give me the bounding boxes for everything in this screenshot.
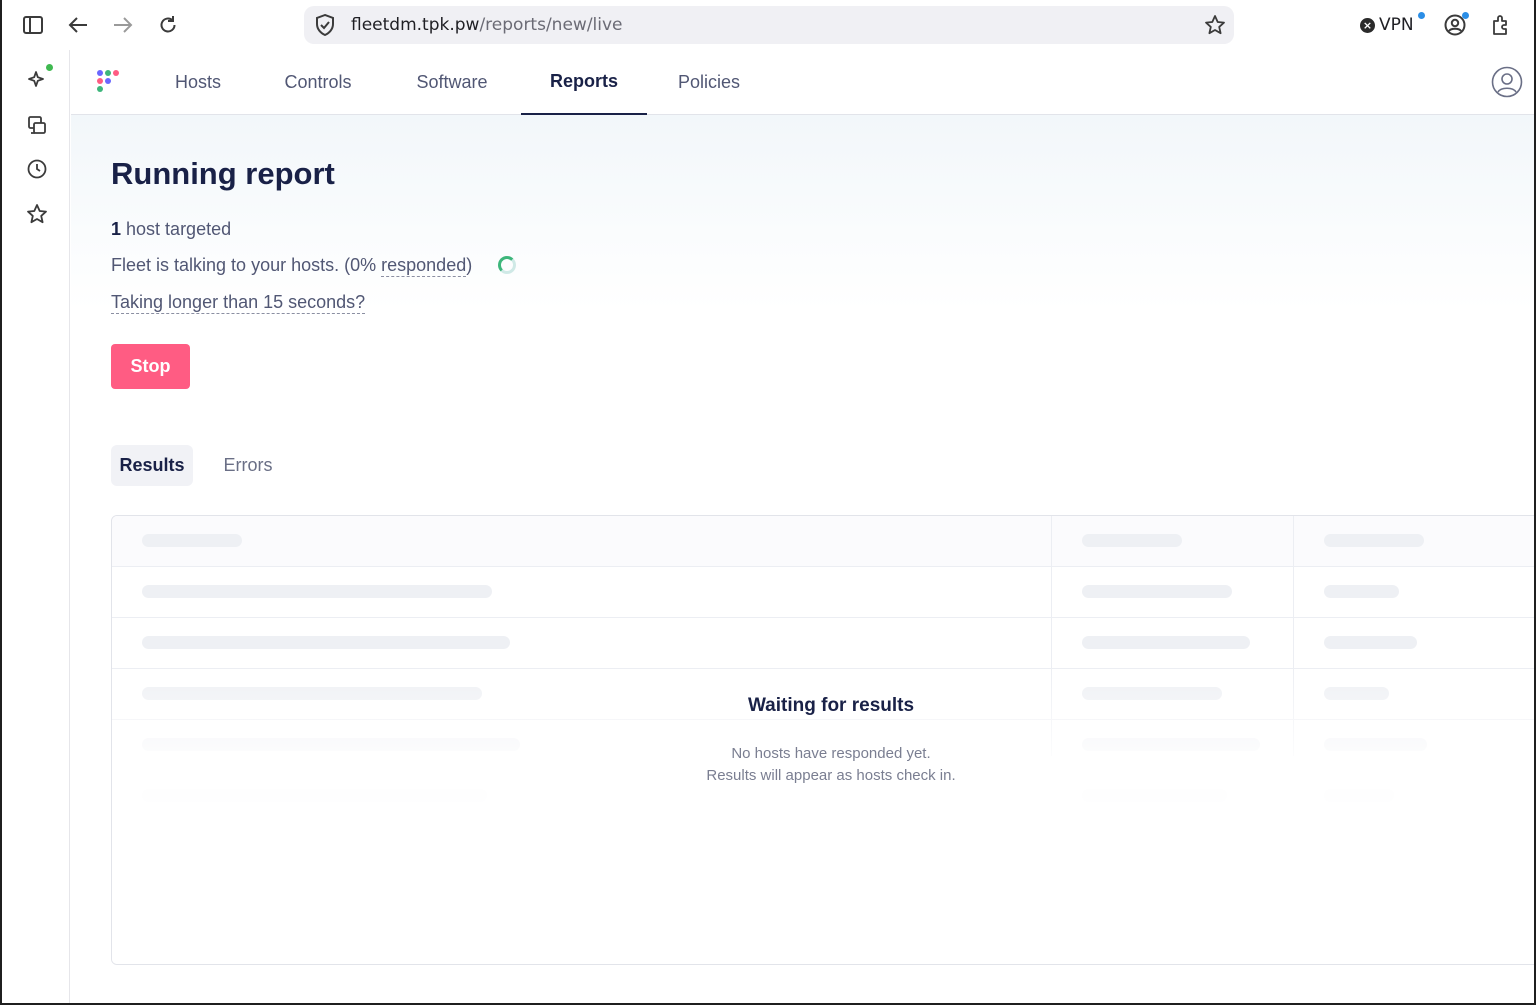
tab-errors[interactable]: Errors [211,445,285,486]
vpn-button[interactable]: × VPN [1360,12,1425,38]
forward-icon[interactable] [108,10,138,40]
host-count: 1 [111,219,122,239]
skeleton-cell [142,585,492,598]
fleet-logo[interactable] [95,68,125,98]
status-text: Fleet is talking to your hosts. (0% [111,255,377,275]
responded-tooltip-link[interactable]: responded [381,255,467,277]
sidebar-toggle-icon[interactable] [18,10,48,40]
skeleton-header [142,534,242,547]
skeleton-cell [1082,636,1250,649]
notification-dot [46,64,53,71]
back-icon[interactable] [63,10,93,40]
taking-longer-tooltip-link[interactable]: Taking longer than 15 seconds? [111,292,366,314]
ai-sparkle-icon[interactable] [22,64,53,94]
skeleton-cell [1082,585,1232,598]
reload-icon[interactable] [153,10,183,40]
status-line: Fleet is talking to your hosts. (0% resp… [111,255,473,277]
skeleton-cell [142,636,510,649]
synced-tabs-icon[interactable] [22,110,52,140]
history-clock-icon[interactable] [22,154,52,184]
hosts-targeted: 1 host targeted [111,219,231,240]
status-suffix: ) [466,255,473,275]
nav-hosts[interactable]: Hosts [159,50,237,115]
stop-button[interactable]: Stop [111,344,190,389]
address-bar[interactable]: fleetdm.tpk.pw/reports/new/live [304,6,1234,44]
skeleton-cell [1324,636,1417,649]
host-count-label: host targeted [126,219,232,239]
nav-software[interactable]: Software [401,50,503,115]
account-icon[interactable] [1440,10,1470,40]
notification-dot [1418,12,1425,19]
url-text: fleetdm.tpk.pw/reports/new/live [351,15,623,35]
results-table: Waiting for results No hosts have respon… [111,515,1536,965]
skeleton-cell [1324,585,1399,598]
tab-results[interactable]: Results [111,445,193,486]
skeleton-header [1324,534,1424,547]
browser-toolbar: fleetdm.tpk.pw/reports/new/live × VPN [0,0,1536,50]
browser-sidebar [0,50,70,1005]
nav-reports[interactable]: Reports [521,50,647,115]
skeleton-header [1082,534,1182,547]
notification-dot [1462,12,1469,19]
empty-state-title: Waiting for results [747,695,915,716]
empty-state-line-1: No hosts have responded yet. [731,745,931,762]
bookmarks-star-icon[interactable] [22,199,52,229]
top-navigation: Hosts Controls Software Reports Policies [71,50,1536,115]
nav-policies[interactable]: Policies [665,50,753,115]
table-header [112,516,1536,567]
fleet-app: Hosts Controls Software Reports Policies… [71,50,1536,1005]
empty-state-line-2: Results will appear as hosts check in. [706,767,956,784]
extensions-icon[interactable] [1486,10,1516,40]
help-line: Taking longer than 15 seconds? [111,292,366,314]
loading-spinner-icon [498,256,516,274]
user-avatar-icon[interactable] [1491,66,1523,98]
bookmark-star-icon[interactable] [1204,14,1226,36]
nav-controls[interactable]: Controls [269,50,367,115]
vpn-label: VPN [1379,15,1414,35]
close-icon: × [1360,17,1375,33]
page-title: Running report [111,156,335,191]
shield-icon[interactable] [314,14,336,36]
